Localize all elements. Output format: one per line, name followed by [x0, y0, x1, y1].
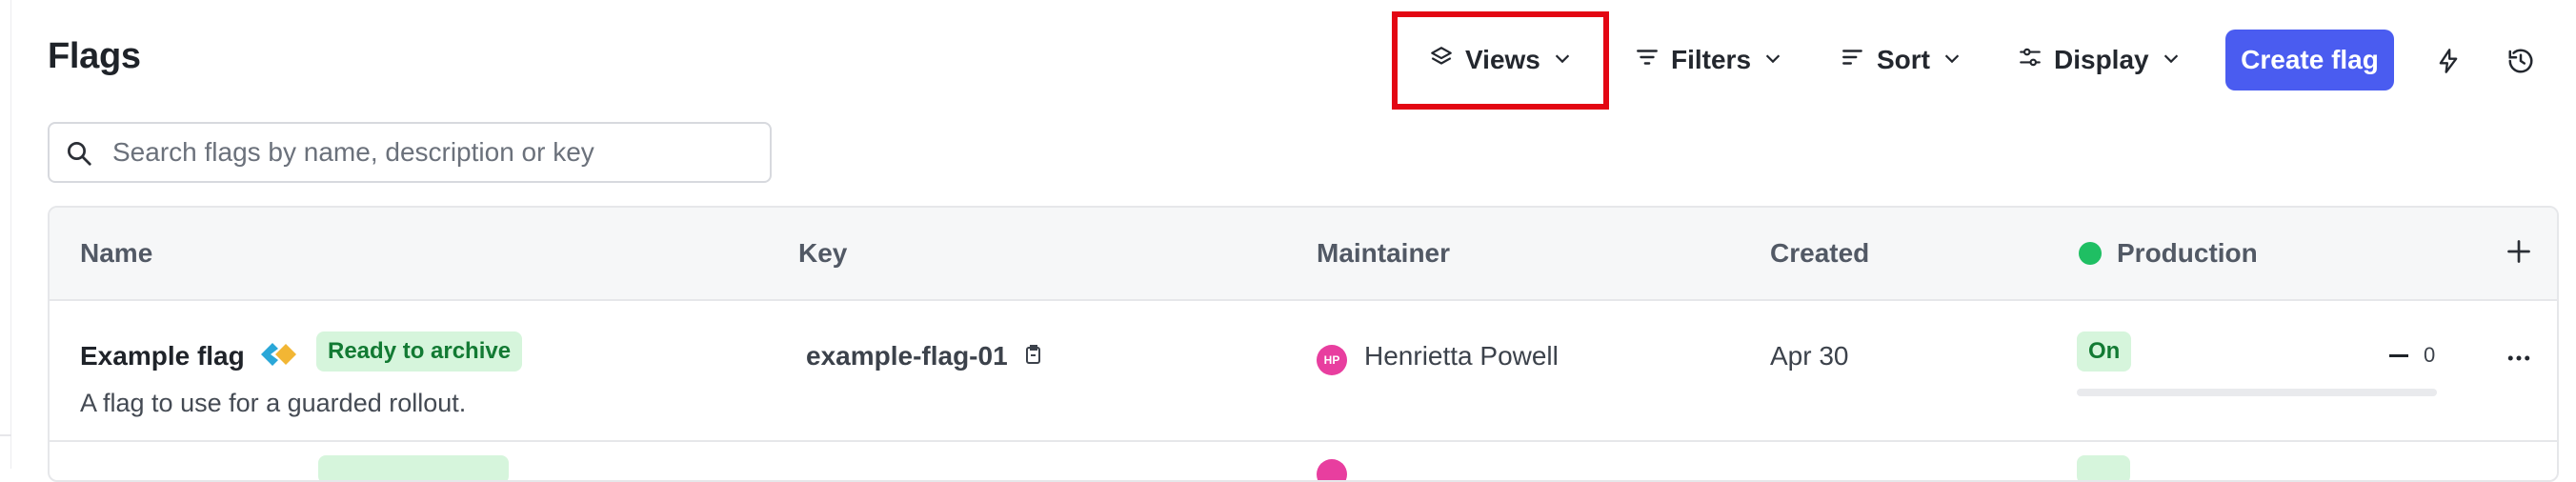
- flags-table: Name Key Maintainer Created Production E…: [48, 206, 2559, 482]
- flag-description: A flag to use for a guarded rollout.: [80, 389, 467, 417]
- flag-name[interactable]: Example flag: [80, 341, 245, 372]
- status-badge: [318, 455, 509, 480]
- avatar: HP: [1317, 345, 1347, 375]
- production-status-badge[interactable]: On: [2077, 331, 2132, 372]
- flag-variations-icon: [259, 341, 301, 372]
- column-header-key[interactable]: Key: [798, 238, 847, 269]
- copy-icon[interactable]: [1023, 343, 1044, 371]
- flag-key: example-flag-01: [806, 341, 1008, 371]
- filters-button[interactable]: Filters: [1635, 32, 1783, 88]
- sliders-icon: [2018, 45, 2043, 76]
- table-row[interactable]: [50, 444, 2557, 480]
- search-input[interactable]: [112, 124, 760, 181]
- column-header-maintainer[interactable]: Maintainer: [1317, 238, 1450, 269]
- add-column-icon[interactable]: [2502, 234, 2536, 269]
- sort-icon: [1841, 45, 1865, 76]
- history-icon[interactable]: [2502, 42, 2540, 80]
- created-date: Apr 30: [1770, 341, 1849, 371]
- filters-label: Filters: [1671, 45, 1752, 74]
- sort-button[interactable]: Sort: [1841, 32, 1962, 88]
- column-header-production[interactable]: Production: [2117, 238, 2258, 269]
- minus-icon: [2389, 354, 2408, 357]
- filter-icon: [1635, 45, 1660, 76]
- page-title: Flags: [48, 36, 141, 76]
- evaluation-progress-bar: [2077, 389, 2437, 396]
- views-highlight-box: [1392, 11, 1609, 110]
- display-label: Display: [2054, 45, 2149, 74]
- column-header-name[interactable]: Name: [80, 238, 152, 269]
- avatar: [1317, 459, 1347, 480]
- create-flag-button[interactable]: Create flag: [2225, 30, 2394, 90]
- display-button[interactable]: Display: [2018, 32, 2182, 88]
- search-icon: [65, 139, 93, 172]
- maintainer-name: Henrietta Powell: [1364, 341, 1559, 371]
- sort-label: Sort: [1877, 45, 1930, 74]
- status-badge: Ready to archive: [316, 331, 523, 372]
- evaluation-count: 0: [2424, 343, 2436, 367]
- table-row[interactable]: Example flag Ready to archive A flag to …: [50, 301, 2557, 442]
- sidebar-divider: [0, 434, 11, 436]
- chevron-down-icon: [2161, 45, 2182, 75]
- search-box: [48, 122, 772, 183]
- left-sidebar-edge: [0, 0, 11, 469]
- table-header: Name Key Maintainer Created Production: [50, 208, 2557, 301]
- environment-status-dot: [2079, 242, 2102, 265]
- column-header-created[interactable]: Created: [1770, 238, 1869, 269]
- chevron-down-icon: [1942, 45, 1962, 75]
- chevron-down-icon: [1762, 45, 1783, 75]
- lightning-icon[interactable]: [2429, 42, 2467, 80]
- production-status-badge[interactable]: [2077, 455, 2130, 480]
- more-options-icon[interactable]: [2500, 339, 2538, 377]
